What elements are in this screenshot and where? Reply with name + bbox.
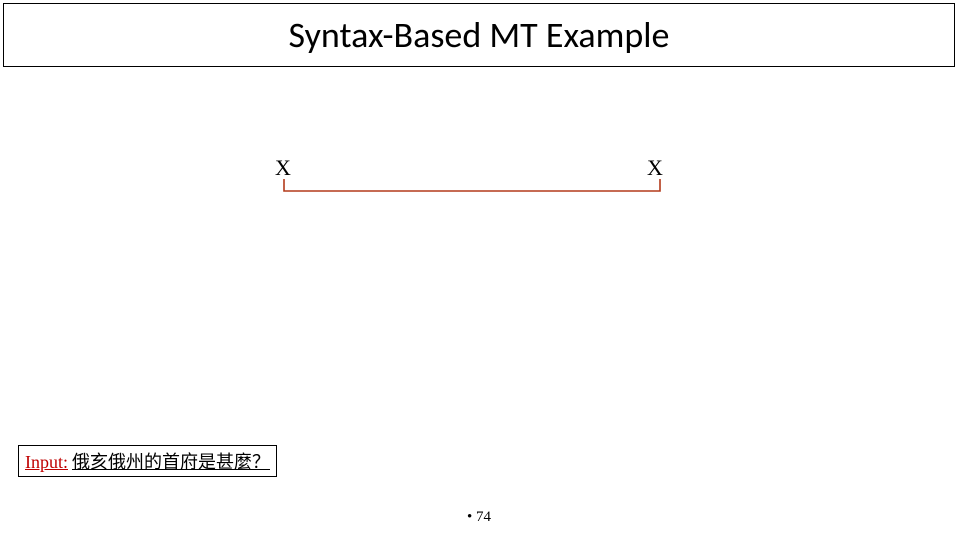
diagram-bracket (283, 179, 661, 193)
input-box: Input: 俄亥俄州的首府是甚麼？ (18, 445, 277, 477)
page-bullet: • (467, 509, 472, 525)
page-number-value: 74 (476, 509, 491, 525)
syntax-diagram: X X (255, 155, 675, 195)
page-number: • 74 (0, 509, 958, 526)
diagram-x-left: X (275, 155, 291, 181)
slide-title-box: Syntax-Based MT Example (3, 3, 955, 67)
input-label: Input: (25, 452, 68, 473)
slide-title: Syntax-Based MT Example (289, 13, 670, 57)
input-value: 俄亥俄州的首府是甚麼？ (72, 448, 270, 474)
diagram-x-right: X (647, 155, 663, 181)
